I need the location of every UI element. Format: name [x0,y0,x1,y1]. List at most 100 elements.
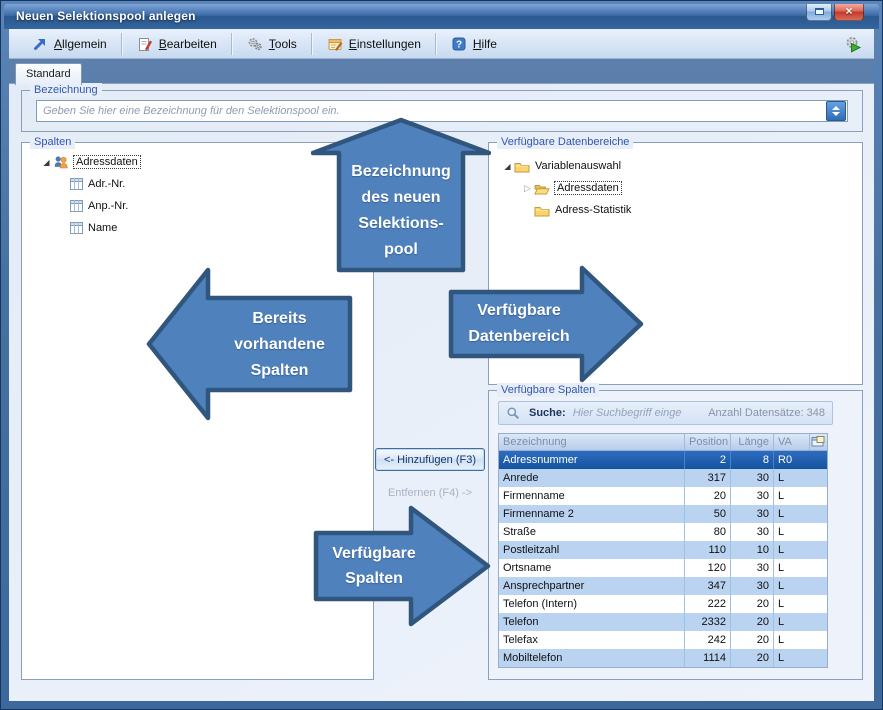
table-cell-position: 2 [685,451,731,469]
column-header-va[interactable]: VA [774,434,810,450]
arrow-up-right-icon [32,36,48,52]
column-chooser-button[interactable] [810,434,827,450]
table-row[interactable]: Postleitzahl11010L [499,541,827,559]
menu-label: ilfe [482,37,497,51]
close-button[interactable]: × [834,4,864,21]
help-icon: ? [451,36,467,52]
table-cell-laenge: 30 [731,469,774,487]
annotation-arrow-up: Bezeichnung des neuen Selektions- pool [311,117,491,273]
edit-document-icon [137,36,153,52]
table-row[interactable]: Ansprechpartner34730L [499,577,827,595]
tree-node-label[interactable]: Adress-Statistik [555,204,631,216]
tree-node-label[interactable]: Adr.-Nr. [88,178,125,190]
table-cell-laenge: 20 [731,613,774,631]
group-legend: Bezeichnung [30,83,102,97]
titlebar[interactable]: Neuen Selektionspool anlegen × [4,4,879,29]
table-cell-bezeichnung: Mobiltelefon [499,649,685,667]
menu-hilfe[interactable]: ? Hilfe [442,33,506,55]
column-header-laenge[interactable]: Länge [731,434,774,450]
column-header-position[interactable]: Position [685,434,731,450]
table-header[interactable]: Bezeichnung Position Länge VA [498,433,828,451]
table-cell-position: 120 [685,559,731,577]
table-cell-laenge: 8 [731,451,774,469]
table-cell-laenge: 30 [731,577,774,595]
tree-node-label[interactable]: Anp.-Nr. [88,200,128,212]
tree-node-adress-statistik[interactable]: Adress-Statistik [534,199,856,221]
table-cell-bezeichnung: Straße [499,523,685,541]
gears-icon [247,36,263,52]
search-label: Suche: [529,407,566,419]
menu-label: instellungen [357,37,421,51]
menu-tools[interactable]: Tools [238,33,306,55]
table-cell-bezeichnung: Ansprechpartner [499,577,685,595]
table-row[interactable]: Mobiltelefon111420L [499,649,827,667]
table-row[interactable]: Firmenname2030L [499,487,827,505]
group-legend: Verfügbare Datenbereiche [497,135,633,149]
table-row[interactable]: Firmenname 25030L [499,505,827,523]
column-header-bezeichnung[interactable]: Bezeichnung [499,434,685,450]
tree-node-label[interactable]: Name [88,222,117,234]
tree-node-variablenauswahl[interactable]: ◢ Variablenauswahl [501,155,856,177]
menu-einstellungen[interactable]: Einstellungen [318,33,430,55]
table-cell-bezeichnung: Telefax [499,631,685,649]
table-icon [70,200,83,212]
toolbar-separator [231,33,233,55]
table-row[interactable]: Ortsname12030L [499,559,827,577]
table-cell-va: L [774,613,827,631]
add-button[interactable]: <- Hinzufügen (F3) [375,448,485,471]
annotation-arrow-right: Verfügbare Datenbereich [448,264,644,384]
spinner-button[interactable] [826,101,846,121]
table-cell-va: L [774,649,827,667]
table-row[interactable]: Telefax24220L [499,631,827,649]
tree-node-label[interactable]: Adressdaten [74,156,140,168]
annotation-arrow-bottom: Verfügbare Spalten [313,505,491,627]
tab-label: Standard [26,68,71,80]
group-legend: Verfügbare Spalten [497,383,599,397]
menu-bearbeiten[interactable]: Bearbeiten [128,33,226,55]
table-cell-va: L [774,523,827,541]
table-row[interactable]: Adressnummer28R0 [499,451,827,469]
spinner-up-icon [832,106,840,110]
table-cell-va: L [774,487,827,505]
restore-button[interactable] [806,4,832,21]
tree-expanded-icon[interactable]: ◢ [40,158,53,167]
tree-expanded-icon[interactable]: ◢ [501,162,514,171]
table-cell-bezeichnung: Telefon [499,613,685,631]
menu-label: A [54,37,62,51]
spinner-down-icon [832,112,840,116]
tree-collapsed-icon[interactable]: ▷ [521,183,534,194]
menu-label: B [159,37,167,51]
table-row[interactable]: Telefon233220L [499,613,827,631]
table-cell-bezeichnung: Anrede [499,469,685,487]
table-cell-bezeichnung: Postleitzahl [499,541,685,559]
toolbar: Allgemein Bearbeiten Tools Einstellungen [9,29,874,59]
record-count: Anzahl Datensätze: 348 [708,407,825,419]
search-input[interactable] [571,406,709,420]
table-cell-va: L [774,541,827,559]
menu-label: llgemein [62,37,107,51]
table-cell-position: 1114 [685,649,731,667]
tree-node-adressdaten[interactable]: ▷ Adressdaten [521,177,856,199]
annotation-text: Bezeichnung des neuen Selektions- pool [339,159,463,263]
table-cell-position: 347 [685,577,731,595]
menu-allgemein[interactable]: Allgemein [23,33,116,55]
folder-icon [534,204,550,217]
available-columns-rows: Adressnummer28R0Anrede31730LFirmenname20… [498,451,828,668]
tree-node-label[interactable]: Variablenauswahl [535,160,621,172]
table-row[interactable]: Straße8030L [499,523,827,541]
run-gear-button[interactable] [844,35,862,53]
annotation-text: Bereits vorhandene Spalten [208,306,351,384]
column-chooser-icon [811,436,825,448]
table-cell-laenge: 20 [731,631,774,649]
table-icon [70,222,83,234]
table-row[interactable]: Telefon (Intern)22220L [499,595,827,613]
annotation-arrow-left: Bereits vorhandene Spalten [146,260,353,428]
table-row[interactable]: Anrede31730L [499,469,827,487]
tab-standard[interactable]: Standard [15,63,82,85]
remove-button[interactable]: Entfernen (F4) -> [375,483,485,503]
table-cell-position: 80 [685,523,731,541]
table-cell-bezeichnung: Ortsname [499,559,685,577]
datenbereiche-tree: ◢ Variablenauswahl ▷ Adressdaten [495,155,856,221]
menu-label: E [349,37,357,51]
tree-node-label[interactable]: Adressdaten [555,182,621,194]
